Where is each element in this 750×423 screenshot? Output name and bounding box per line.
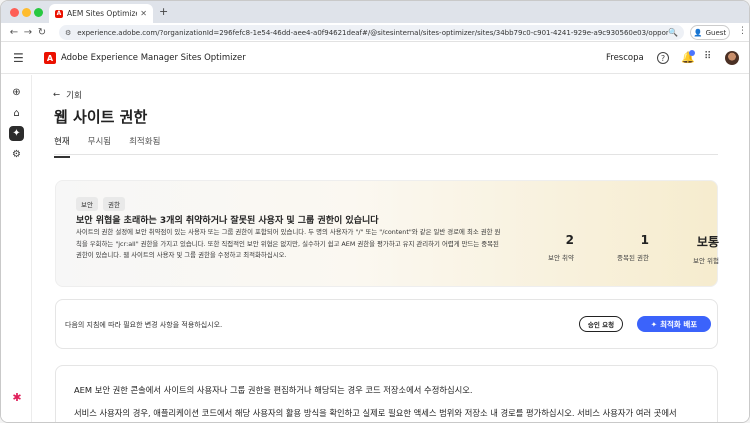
- detail-paragraph: AEM 보안 권한 콘솔에서 사이트의 사용자나 그룹 권한을 편집하거나 해당…: [74, 385, 473, 395]
- summary-description: 사이트의 권한 설정에 보안 취약점이 있는 사용자 또는 그룹 권한이 포함되…: [76, 228, 501, 259]
- forward-icon[interactable]: →: [21, 27, 35, 38]
- main-content: ← 기회 웹 사이트 권한 현재 무시됨 최적화됨 보안 권한 보안 위협을 초…: [33, 75, 749, 422]
- new-tab-button[interactable]: +: [159, 5, 168, 18]
- tab-strip: A AEM Sites Optimizer | Adob ✕ +: [1, 1, 749, 23]
- tab-divider: [54, 154, 718, 155]
- globe-icon[interactable]: ⊕: [9, 85, 24, 100]
- browser-tab[interactable]: A AEM Sites Optimizer | Adob ✕: [49, 4, 153, 23]
- slack-icon[interactable]: ✱: [11, 391, 23, 404]
- adobe-favicon-icon: A: [55, 9, 63, 18]
- metric-risk: 보통 보안 위험: [664, 233, 719, 265]
- close-icon[interactable]: ✕: [140, 9, 147, 18]
- metric-vulnerable: 2 보안 취약: [519, 233, 574, 262]
- browser-window: A AEM Sites Optimizer | Adob ✕ + ← → ↻ ⚙…: [0, 0, 750, 423]
- metric-label: 보안 위험: [693, 257, 719, 265]
- close-window-button[interactable]: [10, 8, 19, 17]
- app-header: ☰ A Adobe Experience Manager Sites Optim…: [1, 43, 749, 74]
- chip-security: 보안: [76, 197, 98, 211]
- metric-value: 2: [565, 233, 574, 247]
- left-rail: ⊕ ⌂ ✦ ⚙ ✱: [1, 75, 32, 422]
- org-switcher[interactable]: Frescopa: [606, 53, 644, 63]
- arrow-left-icon: ←: [53, 90, 61, 100]
- deploy-optimization-button[interactable]: ✦ 최적화 배포: [637, 316, 711, 332]
- profile-button[interactable]: 👤 Guest: [690, 25, 730, 40]
- apps-grid-icon[interactable]: ⠿: [704, 51, 711, 62]
- zoom-icon[interactable]: 🔍: [668, 28, 678, 37]
- metric-redundant: 1 중복된 권한: [594, 233, 649, 262]
- opportunities-icon[interactable]: ✦: [9, 126, 24, 141]
- adobe-logo-icon[interactable]: A: [44, 52, 56, 64]
- summary-card: 보안 권한 보안 위협을 초래하는 3개의 취약하거나 잘못된 사용자 및 그룹…: [55, 180, 719, 287]
- chip-group: 보안 권한: [76, 197, 125, 211]
- menu-icon[interactable]: ☰: [13, 51, 24, 65]
- browser-menu-icon[interactable]: ⋮: [738, 26, 747, 36]
- back-label: 기회: [66, 91, 82, 101]
- site-info-icon[interactable]: ⚙: [65, 29, 71, 37]
- action-card: 다음의 지침에 따라 필요한 변경 사항을 적용하십시오. 승인 요청 ✦ 최적…: [55, 299, 718, 349]
- deploy-label: 최적화 배포: [660, 319, 698, 329]
- profile-label: Guest: [705, 28, 727, 37]
- maximize-window-button[interactable]: [34, 8, 43, 17]
- help-icon[interactable]: ?: [657, 52, 669, 64]
- sparkle-icon: ✦: [650, 319, 658, 329]
- browser-toolbar: ← → ↻ ⚙ experience.adobe.com/?organizati…: [1, 23, 749, 42]
- metric-value: 보통: [696, 235, 719, 249]
- settings-gear-icon[interactable]: ⚙: [9, 147, 24, 162]
- reload-icon[interactable]: ↻: [35, 27, 49, 38]
- detail-paragraph: 서비스 사용자의 경우, 애플리케이션 코드에서 해당 사용자의 활용 방식을 …: [74, 408, 677, 418]
- request-approval-button[interactable]: 승인 요청: [579, 316, 623, 332]
- metric-label: 보안 취약: [548, 254, 574, 262]
- back-to-opportunities-link[interactable]: ← 기회: [53, 89, 82, 101]
- metric-label: 중복된 권한: [617, 254, 649, 262]
- tab-title: AEM Sites Optimizer | Adob: [67, 9, 137, 18]
- metric-value: 1: [640, 233, 649, 247]
- action-instruction: 다음의 지침에 따라 필요한 변경 사항을 적용하십시오.: [65, 321, 223, 329]
- person-icon: 👤: [693, 28, 703, 37]
- avatar[interactable]: [725, 51, 739, 65]
- page-title: 웹 사이트 권한: [54, 108, 148, 126]
- summary-title: 보안 위협을 초래하는 3개의 취약하거나 잘못된 사용자 및 그룹 권한이 있…: [76, 216, 379, 226]
- address-bar[interactable]: ⚙ experience.adobe.com/?organizationId=2…: [59, 25, 684, 40]
- detail-card: AEM 보안 권한 콘솔에서 사이트의 사용자나 그룹 권한을 편집하거나 해당…: [55, 365, 718, 422]
- app-title: Adobe Experience Manager Sites Optimizer: [61, 53, 246, 63]
- chip-permission: 권한: [102, 197, 125, 211]
- home-icon[interactable]: ⌂: [9, 106, 24, 121]
- minimize-window-button[interactable]: [22, 8, 31, 17]
- notification-badge: [689, 50, 695, 56]
- url-text: experience.adobe.com/?organizationId=296…: [77, 28, 668, 37]
- back-icon[interactable]: ←: [7, 27, 21, 38]
